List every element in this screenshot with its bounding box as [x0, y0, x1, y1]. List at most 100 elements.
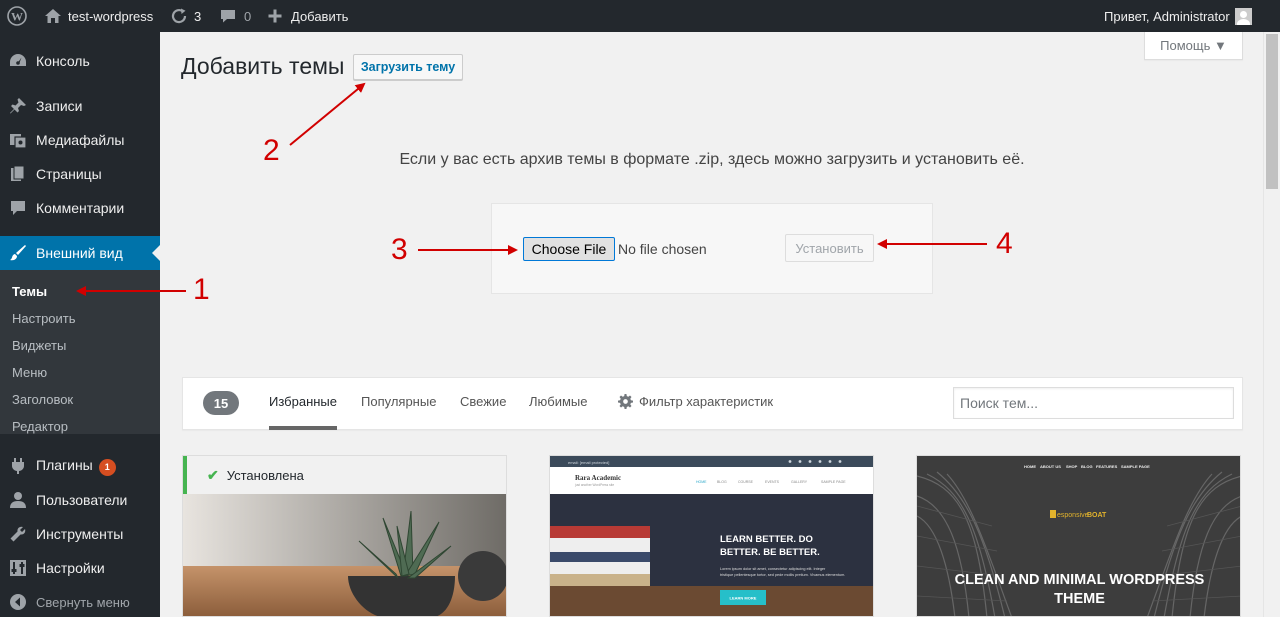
menu-item-tools[interactable]: Инструменты [0, 517, 160, 551]
plugins-update-badge: 1 [98, 458, 116, 476]
theme-card-responsive-boat[interactable]: HOME ABOUT US SHOP BLOG FEATURES SAMPLE … [916, 455, 1241, 617]
submenu-menus[interactable]: Меню [12, 365, 47, 380]
menu-item-dashboard[interactable]: Консоль [0, 44, 160, 78]
avatar [1234, 7, 1252, 25]
submenu-customize[interactable]: Настроить [12, 311, 76, 326]
preview3-nav-6: SAMPLE PAGE [1121, 464, 1150, 469]
theme-card-rara-academic[interactable]: email: [email protected] Rara Academic j… [549, 455, 874, 617]
collapse-menu-button[interactable]: Свернуть меню [0, 585, 160, 617]
menu-item-appearance[interactable]: Внешний вид [0, 236, 160, 270]
comments-link[interactable]: 0 [219, 0, 251, 32]
preview-nav-2: BLOG [717, 480, 727, 484]
comments-count: 0 [244, 8, 252, 24]
my-account-link[interactable]: Привет, Administrator [1104, 0, 1252, 32]
preview-nav-5: GALLERY [791, 480, 808, 484]
menu-label-tools: Инструменты [36, 526, 124, 542]
menu-label-users: Пользователи [36, 492, 128, 508]
theme-count-badge: 15 [203, 391, 239, 415]
submenu-themes[interactable]: Темы [12, 284, 47, 299]
annotation-label-4: 4 [996, 227, 1013, 260]
menu-label-media: Медиафайлы [36, 132, 125, 148]
menu-item-plugins[interactable]: Плагины 1 [0, 449, 160, 483]
theme-card-installed[interactable]: ✔ Установлена [182, 455, 507, 617]
help-tab-button[interactable]: Помощь ▼ [1144, 32, 1243, 60]
plugin-icon [12, 458, 24, 474]
menu-item-media[interactable]: Медиафайлы [0, 123, 160, 157]
preview3-title-1: CLEAN AND MINIMAL WORDPRESS [955, 572, 1205, 588]
preview-headline-1: LEARN BETTER. DO [720, 534, 813, 545]
preview3-title-2: THEME [1054, 591, 1105, 607]
menu-item-users[interactable]: Пользователи [0, 483, 160, 517]
pushpin-icon [10, 98, 26, 114]
users-icon [10, 492, 26, 508]
theme-screenshot: HOME ABOUT US SHOP BLOG FEATURES SAMPLE … [917, 456, 1240, 616]
menu-item-pages[interactable]: Страницы [0, 157, 160, 191]
menu-label-plugins: Плагины 1 [36, 457, 116, 476]
scrollbar-thumb[interactable] [1266, 34, 1278, 189]
menu-label-comments: Комментарии [36, 200, 125, 216]
annotation-label-1: 1 [193, 273, 210, 306]
preview-body-2: tristique pellentesque tortor, sed pede … [720, 573, 845, 577]
preview3-nav-4: BLOG [1081, 464, 1093, 469]
comment-icon [221, 10, 235, 23]
menu-label-pages: Страницы [36, 166, 102, 182]
theme-search-input[interactable] [953, 387, 1234, 419]
tab-favorites[interactable]: Любимые [529, 394, 588, 409]
preview-email: email: [email protected] [568, 460, 609, 465]
submenu-editor[interactable]: Редактор [12, 419, 68, 434]
preview-cta: LEARN MORE [730, 596, 757, 601]
new-content-label: Добавить [291, 8, 349, 24]
tab-featured[interactable]: Избранные [269, 394, 337, 409]
updates-count: 3 [194, 8, 202, 24]
wordpress-logo-icon[interactable]: W [7, 0, 27, 32]
menu-item-posts[interactable]: Записи [0, 89, 160, 123]
new-content-link[interactable]: Добавить [267, 0, 348, 32]
preview-nav-6: SAMPLE PAGE [821, 480, 846, 484]
updates-link[interactable]: 3 [170, 0, 201, 32]
admin-sidebar: Консоль Записи Медиафайлы Страницы Комме… [0, 32, 160, 617]
feature-filter-label: Фильтр характеристик [639, 394, 774, 409]
annotation-label-3: 3 [391, 233, 408, 266]
preview-site-name: Rara Academic [575, 474, 621, 482]
media-icon [10, 134, 27, 149]
file-status-text: No file chosen [618, 241, 707, 257]
menu-label-posts: Записи [36, 98, 83, 114]
menu-item-comments[interactable]: Комментарии [0, 191, 160, 225]
menu-item-settings[interactable]: Настройки [0, 551, 160, 585]
choose-file-button[interactable]: Choose File [523, 237, 615, 261]
installed-label: Установлена [226, 467, 304, 483]
preview-tagline: just another WordPress site [574, 483, 614, 487]
upload-theme-button[interactable]: Загрузить тему [353, 54, 463, 80]
site-name: test-wordpress [68, 8, 154, 24]
preview-body-1: Lorem ipsum dolor sit amet, consectetur … [720, 567, 826, 571]
preview3-logo-bold: BOAT [1087, 512, 1107, 519]
submenu-header[interactable]: Заголовок [12, 392, 73, 407]
site-home-link[interactable]: test-wordpress [44, 0, 153, 32]
home-icon [45, 9, 61, 23]
appearance-submenu: Темы Настроить Виджеты Меню Заголовок Ре… [0, 270, 160, 434]
upload-theme-form: Choose File No file chosen Установить [491, 203, 933, 294]
theme-screenshot: email: [email protected] Rara Academic j… [550, 456, 873, 616]
tab-latest[interactable]: Свежие [460, 394, 506, 409]
admin-bar: W test-wordpress 3 0 Добавить Привет, Ad… [0, 0, 1280, 32]
active-tab-indicator [269, 426, 337, 430]
tab-popular[interactable]: Популярные [361, 394, 436, 409]
feature-filter-button[interactable]: Фильтр характеристик [618, 394, 773, 409]
install-now-button[interactable]: Установить [785, 234, 874, 262]
menu-label-dashboard: Консоль [36, 53, 90, 69]
preview3-nav-5: FEATURES [1096, 464, 1118, 469]
preview3-nav-3: SHOP [1066, 464, 1078, 469]
wrench-icon [10, 526, 26, 542]
annotation-label-2: 2 [263, 134, 280, 167]
preview-headline-2: BETTER. BE BETTER. [720, 547, 820, 558]
page-scrollbar[interactable] [1263, 32, 1280, 617]
collapse-icon [10, 594, 26, 610]
brush-icon [10, 245, 26, 261]
checkmark-icon: ✔ [207, 466, 219, 483]
menu-label-settings: Настройки [36, 560, 105, 576]
submenu-widgets[interactable]: Виджеты [12, 338, 66, 353]
gear-icon [618, 394, 633, 409]
updates-icon [171, 8, 187, 24]
preview-nav-4: EVENTS [765, 480, 780, 484]
settings-icon [10, 560, 26, 576]
